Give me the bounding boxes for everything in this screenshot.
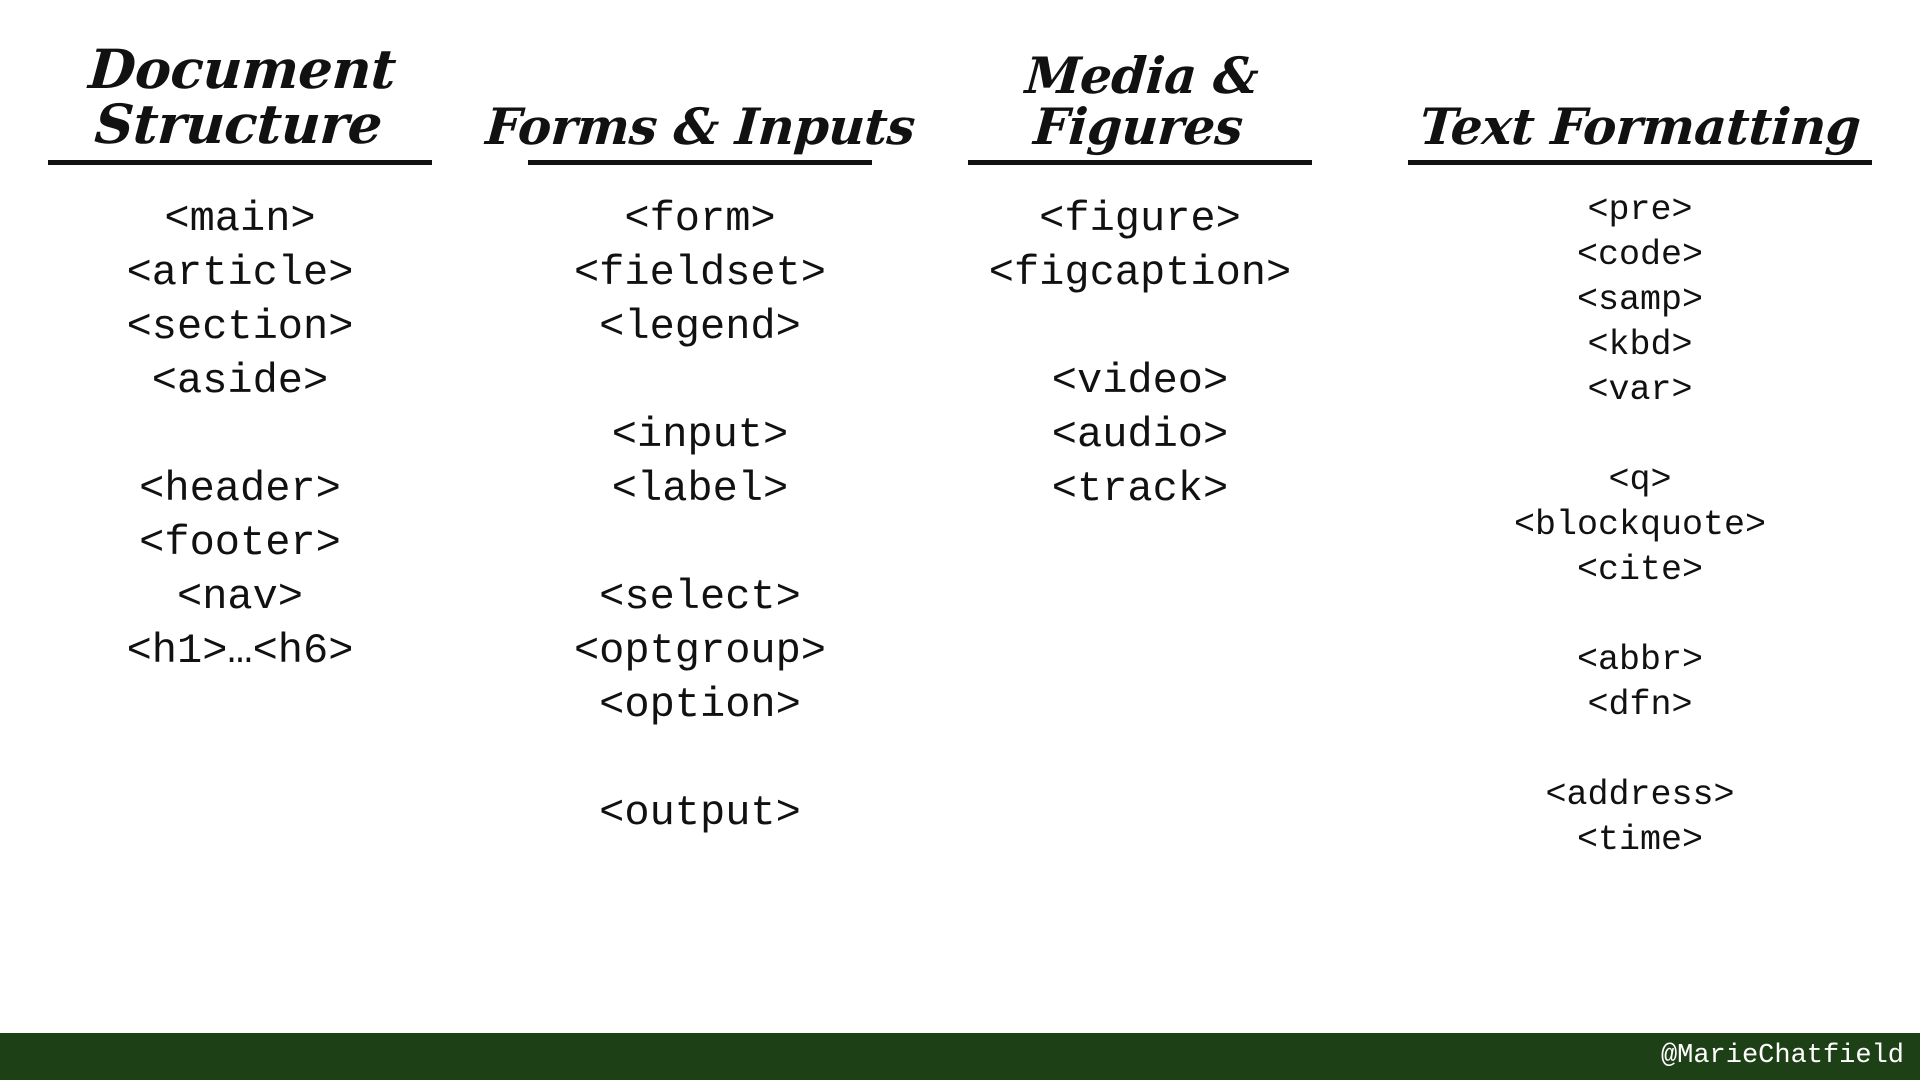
tag-list-document-structure: <main> <article> <section> <aside> <head… [0, 170, 480, 678]
header-divider-rule [1408, 160, 1872, 165]
column-header-text-formatting: Text Formatting [1360, 0, 1920, 170]
tag-item: <q> [1608, 460, 1672, 500]
column-media-figures: Media & Figures <figure> <figcaption> <v… [920, 0, 1360, 1033]
column-heading: Document Structure [86, 36, 398, 156]
column-document-structure: Document Structure <main> <article> <sec… [0, 0, 480, 1033]
tag-group: <form> <fieldset> <legend> [480, 192, 920, 354]
tag-item: <time> [1576, 820, 1704, 860]
tag-item: <dfn> [1587, 685, 1693, 725]
column-forms-inputs: Forms & Inputs <form> <fieldset> <legend… [480, 0, 920, 1033]
tag-list-media-figures: <figure> <figcaption> <video> <audio> <t… [920, 170, 1360, 516]
column-text-formatting: Text Formatting <pre> <code> <samp> <kbd… [1360, 0, 1920, 1033]
tag-item: <cite> [1576, 550, 1704, 590]
tag-item: <aside> [151, 357, 329, 405]
tag-item: <audio> [1051, 411, 1229, 459]
tag-item: <pre> [1587, 190, 1693, 230]
column-heading: Forms & Inputs [483, 97, 917, 156]
tag-item: <samp> [1576, 280, 1704, 320]
tag-item: <blockquote> [1513, 505, 1767, 545]
tag-item: <nav> [176, 573, 304, 621]
tag-item: <fieldset> [573, 249, 827, 297]
footer-bar: @MarieChatfield [0, 1033, 1920, 1080]
column-header-document-structure: Document Structure [0, 0, 480, 170]
tag-item: <figure> [1039, 195, 1241, 243]
column-heading: Media & Figures [1023, 46, 1261, 156]
tag-group: <output> [480, 786, 920, 840]
tag-item: <main> [164, 195, 316, 243]
tag-group: <video> <audio> <track> [920, 354, 1360, 516]
tag-item: <section> [126, 303, 354, 351]
slide-canvas: Document Structure <main> <article> <sec… [0, 0, 1920, 1080]
column-header-forms-inputs: Forms & Inputs [480, 0, 920, 170]
tag-item: <legend> [599, 303, 801, 351]
tag-item: <article> [126, 249, 354, 297]
tag-item: <header> [139, 465, 341, 513]
tag-group: <header> <footer> <nav> <h1>…<h6> [0, 462, 480, 678]
tag-group: <q> <blockquote> <cite> [1360, 458, 1920, 593]
header-divider-rule [528, 160, 872, 165]
tag-group: <select> <optgroup> <option> [480, 570, 920, 732]
tag-group: <figure> <figcaption> [920, 192, 1360, 300]
tag-item: <label> [611, 465, 789, 513]
header-divider-rule [968, 160, 1312, 165]
tag-list-forms-inputs: <form> <fieldset> <legend> <input> <labe… [480, 170, 920, 840]
author-handle: @MarieChatfield [1660, 1041, 1904, 1071]
tag-item: <video> [1051, 357, 1229, 405]
tag-group: <main> <article> <section> <aside> [0, 192, 480, 408]
tag-item: <select> [599, 573, 801, 621]
tag-list-text-formatting: <pre> <code> <samp> <kbd> <var> <q> <blo… [1360, 170, 1920, 863]
tag-item: <abbr> [1576, 640, 1704, 680]
cheatsheet-columns: Document Structure <main> <article> <sec… [0, 0, 1920, 1033]
tag-item: <output> [599, 789, 801, 837]
tag-item: <code> [1576, 235, 1704, 275]
tag-item: <footer> [139, 519, 341, 567]
tag-item: <input> [611, 411, 789, 459]
header-divider-rule [48, 160, 432, 165]
tag-item: <track> [1051, 465, 1229, 513]
tag-item: <optgroup> [573, 627, 827, 675]
tag-group: <pre> <code> <samp> <kbd> <var> [1360, 188, 1920, 413]
tag-group: <abbr> <dfn> [1360, 638, 1920, 728]
tag-item: <form> [624, 195, 776, 243]
tag-item: <option> [599, 681, 801, 729]
tag-item: <var> [1587, 370, 1693, 410]
column-heading: Text Formatting [1417, 97, 1863, 156]
tag-item: <figcaption> [988, 249, 1292, 297]
tag-item: <h1>…<h6> [126, 627, 354, 675]
tag-group: <address> <time> [1360, 773, 1920, 863]
tag-item: <kbd> [1587, 325, 1693, 365]
column-header-media-figures: Media & Figures [920, 0, 1360, 170]
tag-group: <input> <label> [480, 408, 920, 516]
tag-item: <address> [1545, 775, 1735, 815]
